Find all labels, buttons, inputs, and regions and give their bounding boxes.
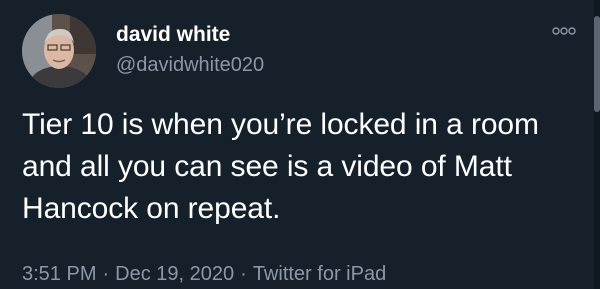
separator: ·: [102, 263, 110, 285]
tweet-text: Tier 10 is when you’re locked in a room …: [22, 108, 539, 225]
display-name[interactable]: david white: [116, 22, 230, 48]
profile-photo-icon: [22, 14, 96, 88]
tweet-card: david white @davidwhite020 Tier 10 is wh…: [0, 0, 600, 289]
scrollbar-track[interactable]: [594, 0, 600, 289]
user-handle[interactable]: @davidwhite020: [116, 52, 264, 78]
tweet-time[interactable]: 3:51 PM: [22, 263, 96, 285]
avatar[interactable]: [22, 14, 96, 88]
tweet-date[interactable]: Dec 19, 2020: [115, 263, 234, 285]
ellipsis-icon[interactable]: [552, 24, 576, 38]
tweet-source[interactable]: Twitter for iPad: [253, 263, 386, 285]
separator: ·: [240, 263, 247, 285]
scrollbar-thumb[interactable]: [594, 16, 600, 112]
tweet-metadata: 3:51 PM · Dec 19, 2020 · Twitter for iPad: [22, 261, 386, 287]
